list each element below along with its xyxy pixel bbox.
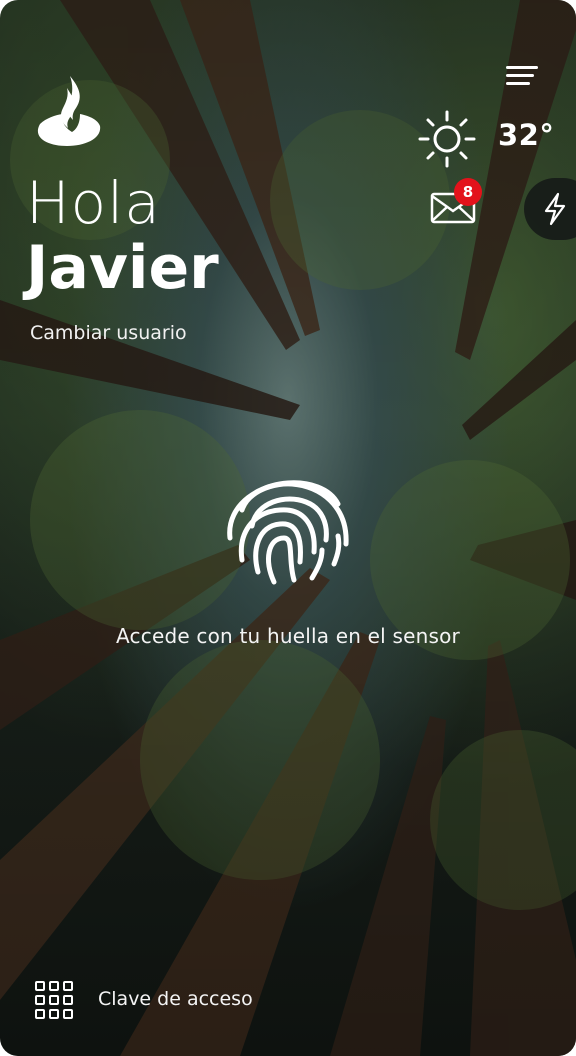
- sun-icon: [418, 110, 476, 168]
- fingerprint-icon[interactable]: [222, 464, 354, 588]
- access-key-link[interactable]: Clave de acceso: [98, 988, 253, 1010]
- fingerprint-instruction: Accede con tu huella en el sensor: [116, 624, 460, 648]
- greeting: Hola Javier: [26, 172, 219, 300]
- santander-flame-icon: [37, 76, 101, 146]
- lightning-icon: [544, 192, 566, 226]
- login-screen: 32° 8 Hola Javier Cambiar usuario Accede…: [0, 0, 576, 1056]
- keypad-icon[interactable]: [34, 980, 74, 1020]
- hamburger-menu-icon[interactable]: [506, 64, 540, 88]
- user-name: Javier: [26, 233, 219, 303]
- temperature: 32°: [498, 118, 555, 152]
- unread-badge: 8: [454, 178, 482, 206]
- change-user-link[interactable]: Cambiar usuario: [30, 322, 187, 344]
- greeting-hello: Hola: [26, 169, 161, 237]
